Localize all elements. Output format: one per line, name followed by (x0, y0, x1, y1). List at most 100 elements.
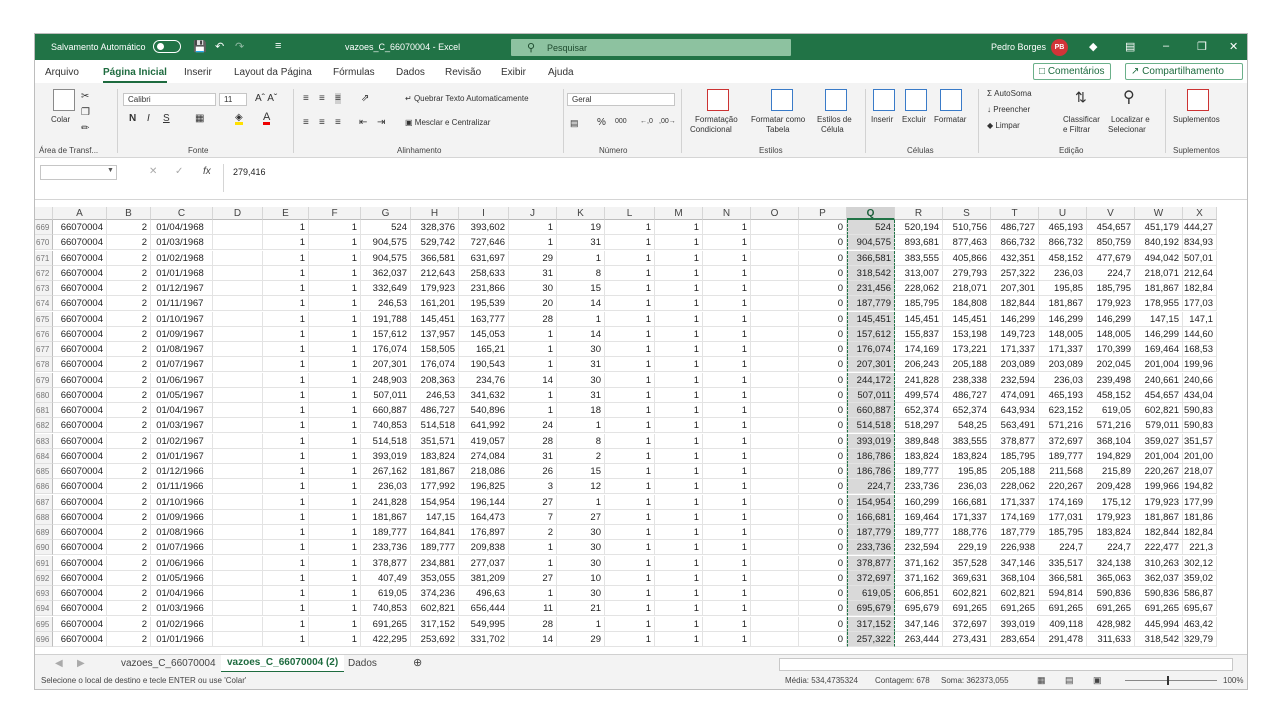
table-cell[interactable]: 563,491 (991, 418, 1039, 434)
table-cell[interactable]: 239,498 (1087, 372, 1135, 388)
row-header[interactable]: 694 (35, 601, 53, 617)
tab-revisao[interactable]: Revisão (445, 67, 481, 78)
format-table-label-1[interactable]: Formatar como (751, 115, 805, 124)
table-cell[interactable]: 195,539 (459, 296, 509, 312)
table-cell[interactable]: 229,19 (943, 540, 991, 556)
table-cell[interactable]: 195,85 (943, 464, 991, 479)
table-cell[interactable]: 372,697 (943, 616, 991, 632)
row-header[interactable]: 683 (35, 433, 53, 449)
column-header[interactable]: N (703, 207, 751, 220)
table-cell[interactable]: 20 (509, 296, 557, 312)
autosum-button[interactable]: Σ AutoSoma (987, 89, 1032, 98)
table-cell[interactable]: 0 (799, 296, 847, 312)
table-cell[interactable]: 1 (263, 464, 309, 479)
table-cell[interactable]: 231,456 (847, 281, 895, 296)
table-cell[interactable]: 474,091 (991, 387, 1039, 403)
table-cell[interactable] (213, 601, 263, 617)
table-cell[interactable]: 1 (309, 311, 361, 327)
table-cell[interactable]: 29 (509, 250, 557, 266)
autosave-toggle[interactable] (153, 40, 181, 53)
table-cell[interactable]: 21 (557, 601, 605, 617)
table-cell[interactable]: 1 (263, 433, 309, 449)
sheet-tab-vazoes-2[interactable]: vazoes_C_66070004 (2) (221, 655, 345, 673)
table-cell[interactable]: 184,808 (943, 296, 991, 312)
table-cell[interactable]: 372,697 (847, 570, 895, 586)
table-cell[interactable]: 465,193 (1039, 387, 1087, 403)
table-cell[interactable]: 328,376 (411, 220, 459, 235)
search-box[interactable]: ⚲ Pesquisar (511, 39, 791, 56)
table-cell[interactable]: 1 (263, 357, 309, 373)
table-cell[interactable]: 66070004 (53, 250, 107, 266)
table-cell[interactable]: 177,03 (1183, 296, 1217, 312)
table-cell[interactable]: 1 (655, 342, 703, 357)
table-cell[interactable]: 1 (309, 631, 361, 647)
table-cell[interactable]: 1 (703, 296, 751, 312)
table-cell[interactable]: 145,053 (459, 326, 509, 342)
table-cell[interactable]: 1 (703, 418, 751, 434)
table-cell[interactable]: 2 (107, 326, 151, 342)
table-cell[interactable]: 241,828 (361, 494, 411, 510)
table-cell[interactable] (751, 601, 799, 617)
table-cell[interactable] (751, 311, 799, 327)
table-cell[interactable]: 432,351 (991, 250, 1039, 266)
table-cell[interactable]: 1 (655, 387, 703, 403)
table-cell[interactable]: 178,955 (1135, 296, 1183, 312)
name-box[interactable] (40, 165, 117, 180)
column-header[interactable]: X (1183, 207, 1217, 220)
table-cell[interactable]: 1 (605, 387, 655, 403)
undo-icon[interactable]: ↶ (215, 40, 224, 53)
table-cell[interactable]: 1 (309, 265, 361, 281)
table-cell[interactable]: 1 (263, 403, 309, 418)
merge-center-button[interactable]: ▣ Mesclar e Centralizar (405, 118, 490, 127)
table-cell[interactable]: 602,821 (1135, 403, 1183, 418)
table-cell[interactable]: 660,887 (361, 403, 411, 418)
table-cell[interactable]: 274,084 (459, 448, 509, 464)
table-cell[interactable]: 1 (703, 448, 751, 464)
table-cell[interactable]: 01/12/1966 (151, 464, 213, 479)
table-cell[interactable]: 1 (605, 586, 655, 601)
table-cell[interactable]: 31 (557, 387, 605, 403)
table-cell[interactable]: 0 (799, 326, 847, 342)
table-cell[interactable]: 01/05/1966 (151, 570, 213, 586)
comma-style-icon[interactable]: 000 (615, 118, 627, 125)
find-select-label-2[interactable]: Selecionar (1108, 125, 1146, 134)
table-cell[interactable]: 371,162 (895, 555, 943, 571)
table-cell[interactable]: 389,848 (895, 433, 943, 449)
table-cell[interactable]: 26 (509, 464, 557, 479)
find-select-icon[interactable]: ⚲ (1123, 87, 1135, 107)
table-cell[interactable]: 1 (309, 220, 361, 235)
table-cell[interactable]: 228,062 (895, 281, 943, 296)
column-header[interactable]: S (943, 207, 991, 220)
table-cell[interactable]: 371,162 (895, 570, 943, 586)
table-cell[interactable] (751, 586, 799, 601)
table-cell[interactable]: 602,821 (991, 586, 1039, 601)
table-cell[interactable]: 0 (799, 403, 847, 418)
table-cell[interactable]: 1 (309, 494, 361, 510)
table-cell[interactable]: 1 (263, 586, 309, 601)
table-cell[interactable]: 149,723 (991, 326, 1039, 342)
table-cell[interactable]: 0 (799, 494, 847, 510)
table-cell[interactable]: 0 (799, 616, 847, 632)
tab-exibir[interactable]: Exibir (501, 67, 526, 78)
table-cell[interactable]: 3 (509, 479, 557, 495)
table-cell[interactable]: 01/05/1967 (151, 387, 213, 403)
table-cell[interactable]: 30 (557, 586, 605, 601)
row-header[interactable]: 679 (35, 372, 53, 388)
table-cell[interactable]: 209,428 (1087, 479, 1135, 495)
table-cell[interactable]: 1 (263, 555, 309, 571)
column-header[interactable]: B (107, 207, 151, 220)
row-header[interactable]: 670 (35, 235, 53, 251)
table-cell[interactable]: 185,795 (1087, 281, 1135, 296)
ribbon-display-icon[interactable]: ▤ (1125, 40, 1135, 53)
table-cell[interactable]: 514,518 (411, 418, 459, 434)
table-cell[interactable]: 236,03 (1039, 265, 1087, 281)
table-cell[interactable]: 15 (557, 464, 605, 479)
table-cell[interactable]: 1 (605, 311, 655, 327)
table-cell[interactable]: 643,934 (991, 403, 1039, 418)
table-cell[interactable]: 170,399 (1087, 342, 1135, 357)
table-cell[interactable]: 2 (107, 281, 151, 296)
table-cell[interactable]: 405,866 (943, 250, 991, 266)
table-cell[interactable]: 1 (263, 220, 309, 235)
table-cell[interactable]: 221,3 (1183, 540, 1217, 556)
table-cell[interactable] (751, 448, 799, 464)
